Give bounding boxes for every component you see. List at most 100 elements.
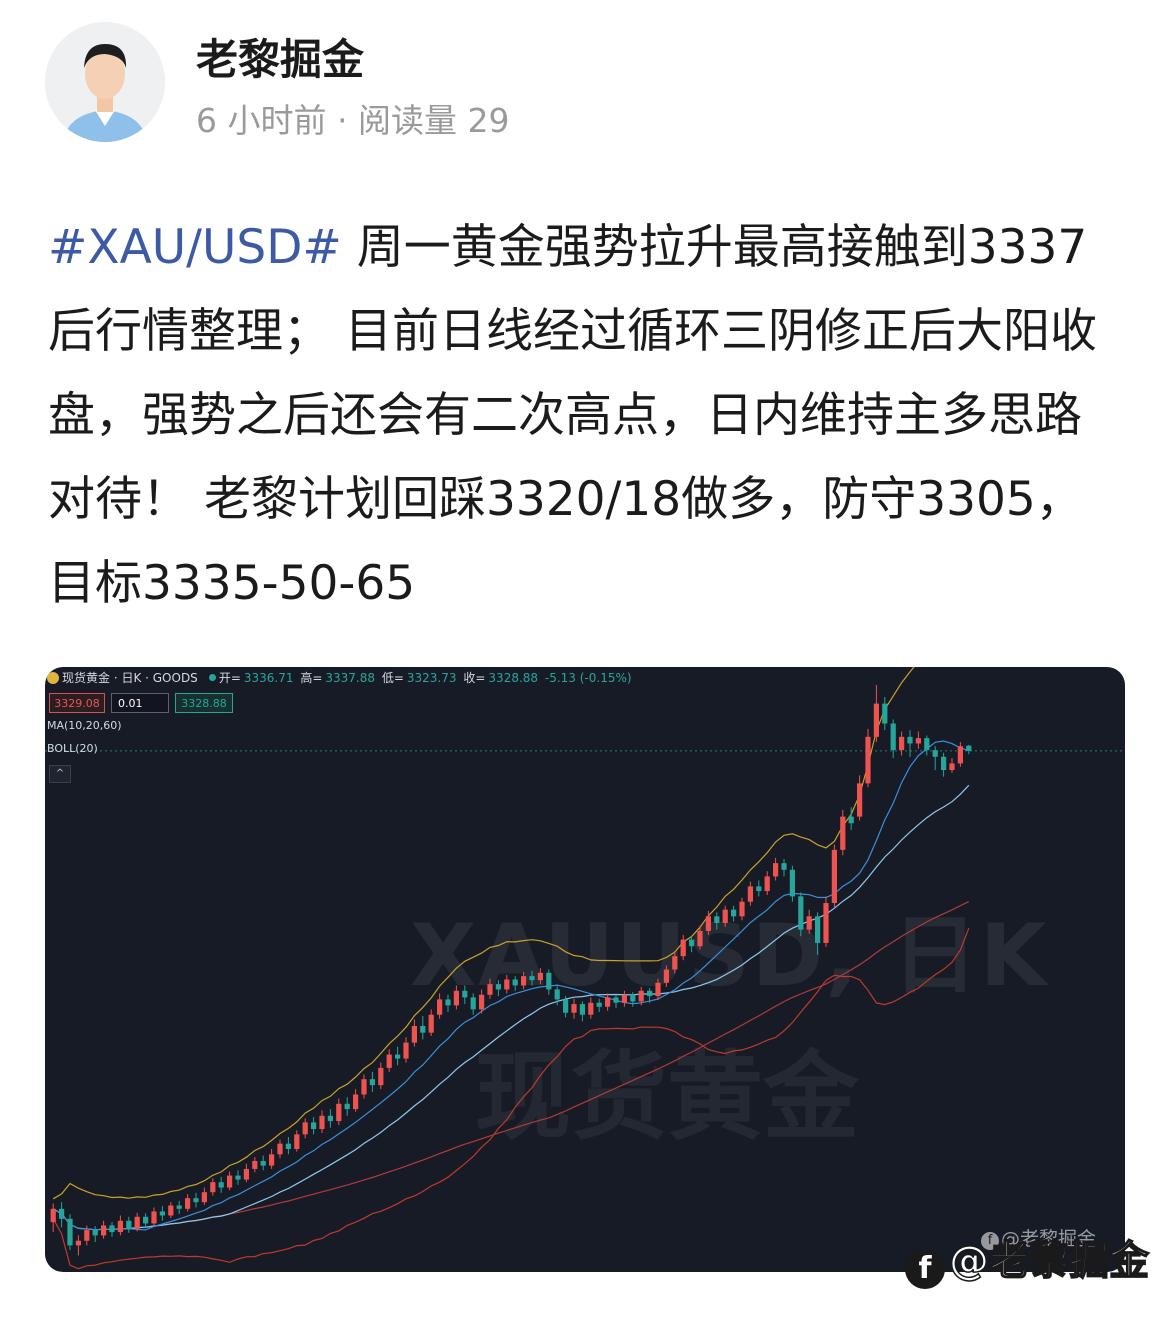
candle-body xyxy=(386,1054,392,1068)
candle-body xyxy=(352,1094,359,1110)
candle-body xyxy=(537,972,544,981)
ohlc-header: 现货黄金 · 日K · GOODS 开= 3336.71 高= 3337.88 低= 3… xyxy=(47,669,635,689)
candle-body xyxy=(184,1198,191,1209)
symbol-label: 现货黄金 · 日K · GOODS xyxy=(62,671,198,685)
high-label: 高= xyxy=(300,671,323,685)
candle-body xyxy=(714,916,720,923)
candle-body xyxy=(142,1216,149,1224)
candle-body xyxy=(655,982,661,997)
candle-body xyxy=(243,1168,250,1180)
candle-body xyxy=(436,999,443,1015)
meta-separator: · xyxy=(337,101,348,140)
candle-body xyxy=(361,1079,367,1095)
candle-body xyxy=(898,736,905,751)
candle-body xyxy=(218,1182,224,1188)
candle-body xyxy=(554,989,560,1000)
candle-body xyxy=(277,1143,283,1155)
candle-body xyxy=(814,916,821,943)
candle-body xyxy=(109,1225,115,1233)
candle-body xyxy=(848,816,854,824)
candle-body xyxy=(210,1182,216,1193)
candle-body xyxy=(890,723,896,751)
image-watermark-text: @老黎掘金 xyxy=(948,1237,1150,1285)
candlestick-chart xyxy=(45,667,1125,1270)
gold-coin-icon xyxy=(47,672,59,684)
candle-body xyxy=(865,736,871,784)
buy-price-button[interactable]: 3328.88 xyxy=(175,693,233,713)
boll-indicator-label[interactable]: BOLL(20) xyxy=(47,742,98,755)
candle-body xyxy=(957,746,964,764)
candle-body xyxy=(596,1002,602,1007)
author-name[interactable]: 老黎掘金 xyxy=(196,26,364,87)
candle-body xyxy=(781,863,787,870)
close-label: 收= xyxy=(463,671,486,685)
candle-body xyxy=(873,703,880,737)
watermark-logo-icon: f xyxy=(905,1249,945,1289)
quantity-input[interactable]: 0.01 xyxy=(111,693,169,713)
author-avatar[interactable] xyxy=(45,22,165,142)
candle-body xyxy=(512,979,518,986)
candle-body xyxy=(823,903,829,943)
boll-upper-line xyxy=(52,667,915,1200)
chart-image[interactable]: XAUUSD, 日K 现货黄金 现货黄金 · 日K · GOODS 开= 3336.… xyxy=(45,667,1125,1272)
candle-body xyxy=(504,979,510,990)
sell-price-button[interactable]: 3329.08 xyxy=(49,693,105,713)
candle-body xyxy=(546,972,552,990)
candle-body xyxy=(84,1230,90,1241)
boll-lower-line xyxy=(52,927,970,1270)
candle-body xyxy=(319,1115,325,1130)
ma20-line xyxy=(52,784,970,1231)
open-value: 3336.71 xyxy=(243,671,294,685)
candle-body xyxy=(226,1175,233,1188)
candle-body xyxy=(235,1175,241,1180)
candle-body xyxy=(151,1211,157,1224)
candle-body xyxy=(772,863,779,877)
candle-body xyxy=(680,939,686,957)
candle-body xyxy=(201,1192,208,1203)
candle-body xyxy=(495,984,502,990)
candle-body xyxy=(672,956,678,970)
candle-body xyxy=(831,849,838,904)
candle-body xyxy=(470,997,476,1010)
candle-body xyxy=(562,999,569,1013)
candle-body xyxy=(882,703,888,724)
post-text: 周一黄金强势拉升最高接触到3337后行情整理； 目前日线经过循环三阴修正后大阳收… xyxy=(48,220,1097,611)
candle-body xyxy=(722,909,728,923)
candle-body xyxy=(58,1208,65,1219)
candle-body xyxy=(856,783,863,817)
candle-body xyxy=(520,976,527,986)
candle-body xyxy=(260,1160,266,1166)
candle-body xyxy=(126,1220,132,1229)
candle-body xyxy=(940,756,947,771)
candle-body xyxy=(915,738,922,744)
candle-body xyxy=(168,1205,174,1216)
candle-body xyxy=(302,1122,308,1135)
candle-body xyxy=(487,984,493,995)
image-watermark: f @老黎掘金 xyxy=(905,1228,1150,1289)
candle-body xyxy=(756,886,762,892)
candle-body xyxy=(92,1230,98,1236)
candle-body xyxy=(613,997,619,1003)
candle-body xyxy=(420,1026,426,1033)
candle-body xyxy=(327,1115,334,1122)
open-label: 开= xyxy=(218,671,241,685)
candle-body xyxy=(840,816,846,850)
candle-body xyxy=(134,1216,140,1229)
candle-body xyxy=(789,869,796,897)
candle-body xyxy=(478,994,485,1010)
candle-body xyxy=(621,994,628,1003)
close-value: 3328.88 xyxy=(488,671,539,685)
candle-body xyxy=(806,916,812,930)
candle-body xyxy=(588,1002,594,1015)
change-value: -5.13 (-0.15%) xyxy=(544,671,632,685)
candle-body xyxy=(453,990,460,1006)
ma-indicator-label[interactable]: MA(10,20,60) xyxy=(47,719,122,732)
hashtag-link[interactable]: #XAU/USD# xyxy=(48,220,342,275)
collapse-indicators-button[interactable]: ^ xyxy=(49,765,71,783)
candle-body xyxy=(428,1014,434,1033)
candle-body xyxy=(159,1211,166,1216)
candle-body xyxy=(193,1198,199,1203)
candle-body xyxy=(268,1154,275,1166)
candle-body xyxy=(764,876,770,892)
read-count: 29 xyxy=(467,101,510,140)
